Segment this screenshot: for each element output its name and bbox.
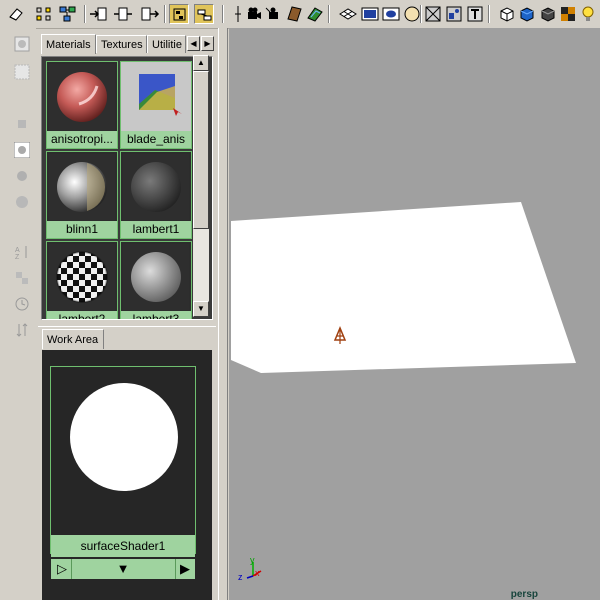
white-plane[interactable] — [231, 202, 576, 373]
axis-gizmo-icon: y x z — [238, 555, 262, 582]
texture-image-icon — [123, 64, 189, 130]
scrollbar-thumb[interactable] — [193, 71, 209, 229]
small-square-icon[interactable] — [14, 116, 30, 132]
toolbar-separator — [488, 5, 490, 23]
expand-node-button[interactable]: ▼ — [111, 559, 135, 579]
sort-time-icon[interactable] — [14, 296, 30, 312]
svg-text:Z: Z — [15, 254, 20, 260]
lambert-sphere-icon — [123, 154, 189, 220]
axis-z-label: z — [238, 572, 243, 582]
swatch-label: blinn1 — [47, 221, 117, 238]
swatch-label: lambert3 — [121, 311, 191, 319]
light-bulb-icon[interactable] — [578, 4, 598, 24]
grid-icon[interactable] — [338, 4, 358, 24]
checker-sphere-icon — [49, 244, 115, 310]
material-swatch[interactable]: lambert3 — [120, 241, 192, 319]
input-connection-icon[interactable] — [88, 4, 108, 24]
toolbar-separator — [164, 5, 166, 23]
tab-scroll-right-button[interactable]: ▶ — [201, 36, 214, 51]
camera-label: persp — [510, 589, 538, 600]
work-area-canvas[interactable]: surfaceShader1 ▷ ▼ ▶ — [42, 350, 212, 600]
dotted-grid-icon[interactable] — [34, 4, 54, 24]
sort-reverse-icon[interactable] — [14, 322, 30, 338]
work-area-panel: Work Area surfaceShader1 ▷ ▼ ▶ — [38, 326, 216, 600]
tab-scroll-left-button[interactable]: ◀ — [187, 36, 200, 51]
textured-icon[interactable] — [497, 4, 517, 24]
material-swatch-grid: anisotropi... blade_anis blinn1 lambert1… — [41, 56, 213, 320]
svg-text:A: A — [15, 247, 20, 254]
film-gate-icon[interactable] — [360, 4, 380, 24]
sort-alpha-icon[interactable]: AZ — [14, 244, 30, 260]
axis-x-label: x — [255, 568, 260, 578]
panel-splitter[interactable] — [218, 28, 228, 600]
show-graph-icon[interactable] — [169, 4, 189, 24]
resolution-gate-icon[interactable] — [381, 4, 401, 24]
camera-icon[interactable] — [244, 4, 264, 24]
output-port-button[interactable]: ▶ — [175, 559, 194, 579]
shaded-cube-icon[interactable] — [517, 4, 537, 24]
output-connection-icon[interactable] — [140, 4, 160, 24]
tab-textures[interactable]: Textures — [96, 35, 147, 53]
main-toolbar — [0, 0, 600, 29]
camera-aim-icon[interactable] — [264, 4, 284, 24]
lit-cube-icon[interactable] — [538, 4, 558, 24]
swatch-label: anisotropi... — [47, 131, 117, 148]
swatch-label: lambert2 — [47, 311, 117, 319]
bookmark-icon[interactable] — [284, 4, 304, 24]
scroll-up-button[interactable]: ▲ — [193, 55, 209, 71]
blinn-sphere-icon — [49, 154, 115, 220]
swatch-label: lambert1 — [121, 221, 191, 238]
wireframe-icon[interactable] — [423, 4, 443, 24]
toolbar-separator — [84, 5, 86, 23]
toolbar-separator — [222, 5, 224, 23]
sphere-view-icon[interactable] — [14, 142, 30, 158]
material-swatch[interactable]: anisotropi... — [46, 61, 118, 149]
hierarchy-icon[interactable] — [58, 4, 78, 24]
input-output-connection-icon[interactable] — [113, 4, 133, 24]
swatch-label: blade_anis — [121, 131, 191, 148]
material-swatch[interactable]: lambert2 — [46, 241, 118, 319]
tab-utilities[interactable]: Utilitie — [147, 35, 186, 53]
toolbar-grip-icon[interactable] — [234, 4, 242, 24]
material-swatch[interactable]: lambert1 — [120, 151, 192, 239]
scroll-down-button[interactable]: ▼ — [193, 301, 209, 317]
anisotropic-sphere-icon — [49, 64, 115, 130]
material-swatch[interactable]: blade_anis — [120, 61, 192, 149]
image-plane-icon[interactable] — [305, 4, 325, 24]
materials-scrollbar[interactable]: ▲ ▼ — [193, 55, 209, 317]
node-controls: ▷ ▼ ▶ — [51, 559, 195, 579]
sort-type-icon[interactable] — [14, 270, 30, 286]
tab-work-area[interactable]: Work Area — [42, 329, 104, 349]
left-tool-strip: AZ — [0, 28, 36, 600]
rearrange-graph-icon[interactable] — [194, 4, 214, 24]
safe-action-icon[interactable] — [402, 4, 422, 24]
sphere-large-icon[interactable] — [14, 194, 30, 210]
tab-bar: Materials Textures Utilitie ◀ ▶ — [38, 34, 216, 54]
input-port-button[interactable]: ▷ — [53, 559, 72, 579]
bounding-box-icon[interactable] — [465, 4, 485, 24]
tab-materials[interactable]: Materials — [41, 34, 96, 54]
sphere-icon[interactable] — [14, 168, 30, 184]
surface-shader-node[interactable] — [50, 366, 196, 554]
perspective-viewport[interactable]: y x z persp — [229, 28, 600, 600]
checker-cube-icon[interactable] — [558, 4, 578, 24]
viewport-scene: y x z — [231, 202, 576, 582]
round-button-icon[interactable] — [14, 36, 30, 52]
materials-panel: Materials Textures Utilitie ◀ ▶ anisotro… — [38, 34, 216, 320]
smooth-shade-icon[interactable] — [444, 4, 464, 24]
dotted-grid-icon[interactable] — [14, 64, 30, 80]
white-sphere-icon — [70, 383, 178, 491]
toolbar-separator — [328, 5, 330, 23]
lambert-sphere-icon — [123, 244, 189, 310]
axis-y-label: y — [250, 555, 255, 565]
node-label: surfaceShader1 — [51, 535, 195, 557]
eraser-icon[interactable] — [6, 4, 26, 24]
toolbar-separator — [420, 5, 422, 23]
material-swatch[interactable]: blinn1 — [46, 151, 118, 239]
